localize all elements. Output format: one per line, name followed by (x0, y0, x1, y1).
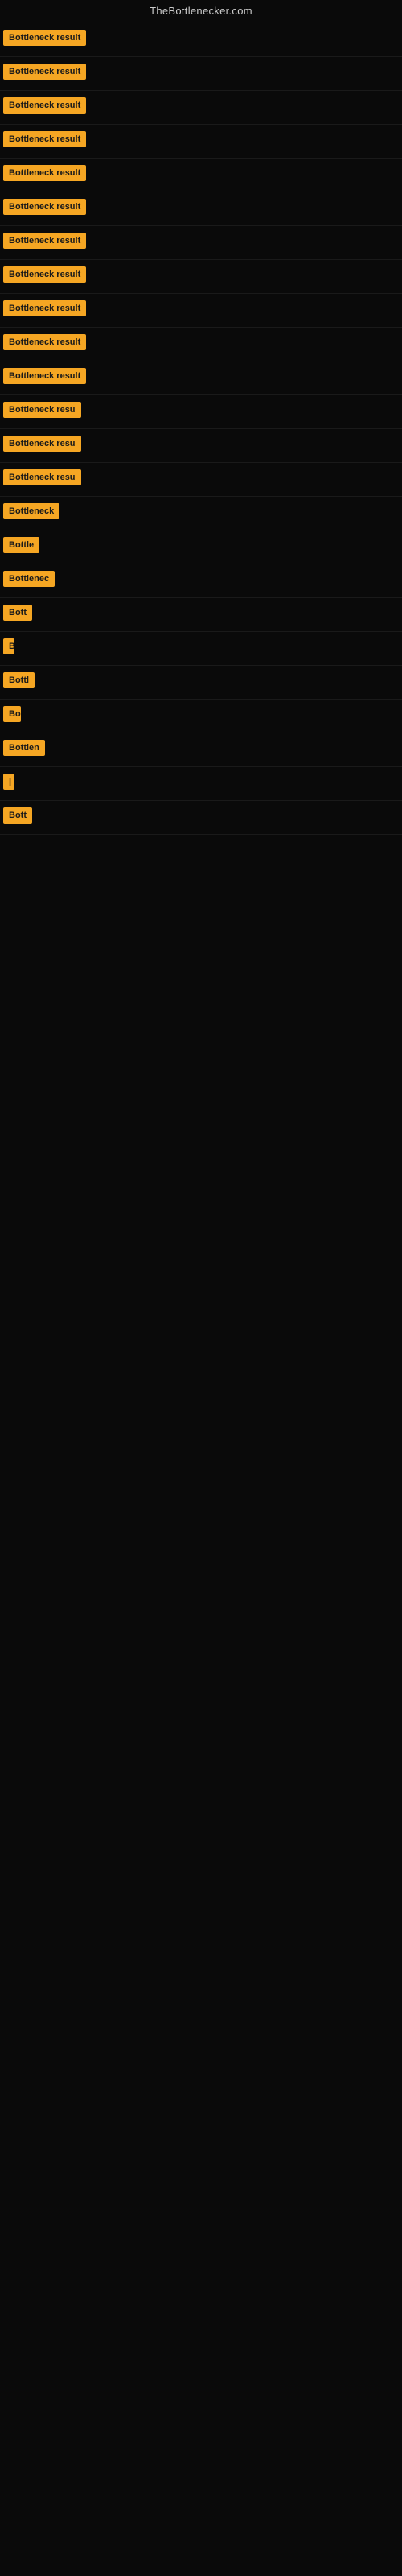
list-item: Bottleneck result (0, 192, 402, 226)
bottleneck-result-badge[interactable]: Bottleneck result (3, 334, 86, 350)
list-item: Bottleneck resu (0, 463, 402, 497)
list-item: Bottleneck result (0, 294, 402, 328)
bottleneck-result-badge[interactable]: Bottle (3, 537, 39, 553)
bottleneck-result-badge[interactable]: Bottleneck result (3, 266, 86, 283)
bottleneck-result-badge[interactable]: Bottleneck result (3, 131, 86, 147)
bottleneck-result-badge[interactable]: Bottlenec (3, 571, 55, 587)
list-item: Bottlen (0, 733, 402, 767)
bottleneck-result-badge[interactable]: Bottleneck result (3, 64, 86, 80)
list-item: Bottleneck result (0, 57, 402, 91)
bottleneck-result-badge[interactable]: Bottleneck result (3, 300, 86, 316)
rows-container: Bottleneck result Bottleneck result Bottle… (0, 23, 402, 835)
list-item: Bottle (0, 530, 402, 564)
bottleneck-result-badge[interactable]: Bo (3, 706, 21, 722)
list-item: Bottleneck result (0, 260, 402, 294)
bottleneck-result-badge[interactable]: Bottleneck (3, 503, 59, 519)
list-item: Bottleneck result (0, 125, 402, 159)
bottleneck-result-badge[interactable]: B (3, 638, 14, 654)
bottleneck-result-badge[interactable]: Bottleneck result (3, 368, 86, 384)
list-item: B (0, 632, 402, 666)
bottleneck-result-badge[interactable]: Bottleneck resu (3, 469, 81, 485)
list-item: Bottleneck (0, 497, 402, 530)
list-item: Bottleneck result (0, 328, 402, 361)
bottleneck-result-badge[interactable]: Bottleneck result (3, 165, 86, 181)
bottleneck-result-badge[interactable]: Bottleneck resu (3, 436, 81, 452)
list-item: Bottleneck result (0, 226, 402, 260)
list-item: Bottleneck result (0, 159, 402, 192)
site-title: TheBottlenecker.com (0, 0, 402, 23)
list-item: Bottleneck resu (0, 395, 402, 429)
bottleneck-result-badge[interactable]: Bottleneck resu (3, 402, 81, 418)
list-item: Bottlenec (0, 564, 402, 598)
list-item: Bott (0, 801, 402, 835)
bottleneck-result-badge[interactable]: Bott (3, 807, 32, 824)
list-item: | (0, 767, 402, 801)
bottleneck-result-badge[interactable]: Bottleneck result (3, 30, 86, 46)
list-item: Bottleneck result (0, 91, 402, 125)
list-item: Bottleneck result (0, 23, 402, 57)
list-item: Bottleneck resu (0, 429, 402, 463)
bottleneck-result-badge[interactable]: Bottleneck result (3, 233, 86, 249)
list-item: Bottleneck result (0, 361, 402, 395)
list-item: Bo (0, 700, 402, 733)
bottleneck-result-badge[interactable]: Bott (3, 605, 32, 621)
list-item: Bott (0, 598, 402, 632)
site-header: TheBottlenecker.com (0, 0, 402, 23)
list-item: Bottl (0, 666, 402, 700)
bottleneck-result-badge[interactable]: | (3, 774, 14, 790)
bottleneck-result-badge[interactable]: Bottlen (3, 740, 45, 756)
bottleneck-result-badge[interactable]: Bottleneck result (3, 97, 86, 114)
bottleneck-result-badge[interactable]: Bottl (3, 672, 35, 688)
bottleneck-result-badge[interactable]: Bottleneck result (3, 199, 86, 215)
